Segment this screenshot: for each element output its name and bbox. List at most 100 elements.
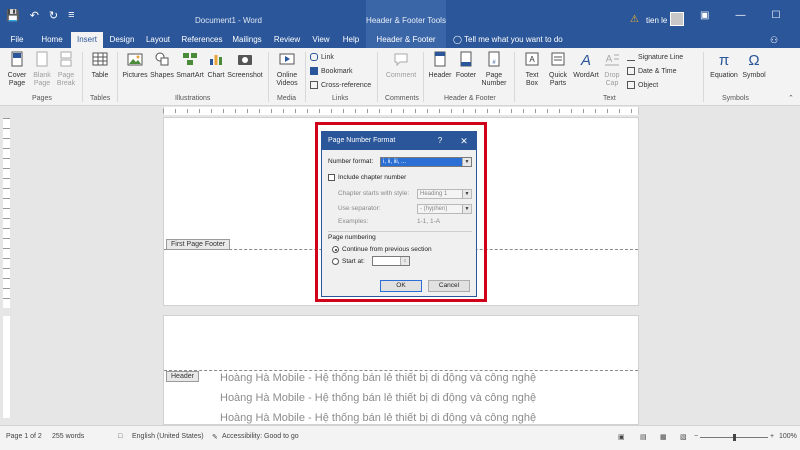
word-count[interactable]: 255 words (52, 433, 84, 440)
chevron-down-icon: ▼ (462, 190, 471, 198)
group-divider (328, 231, 472, 232)
start-at-radio[interactable] (332, 258, 339, 265)
date-time-button[interactable]: Date & Time (627, 67, 677, 75)
blank-page-button[interactable]: Blank Page (30, 51, 54, 88)
tell-me-search[interactable]: ◯ Tell me what you want to do (453, 32, 563, 48)
online-videos-button[interactable]: Online Videos (273, 51, 301, 88)
body-text-line[interactable]: Hoàng Hà Mobile - Hệ thống bán lẻ thiết … (220, 372, 536, 384)
tab-help[interactable]: Help (338, 32, 364, 48)
zoom-slider-thumb[interactable] (733, 434, 736, 441)
proofing-icon[interactable]: □ (118, 433, 122, 440)
video-icon (279, 53, 295, 65)
signature-line-button[interactable]: Signature Line (627, 53, 683, 61)
collapse-ribbon-icon[interactable]: ⌃ (788, 94, 794, 102)
tab-layout[interactable]: Layout (142, 32, 174, 48)
include-chapter-checkbox[interactable] (328, 174, 335, 181)
omega-icon: Ω (748, 52, 759, 69)
footer-button[interactable]: Footer (453, 51, 479, 80)
user-name[interactable]: tien le (646, 16, 667, 25)
tab-view[interactable]: View (308, 32, 334, 48)
tab-insert[interactable]: Insert (71, 32, 103, 48)
customize-qat-icon[interactable]: ≡ (68, 9, 74, 22)
document-page-2[interactable]: Header Hoàng Hà Mobile - Hệ thống bán lẻ… (163, 315, 639, 425)
continue-previous-radio[interactable] (332, 246, 339, 253)
zoom-in-button[interactable]: + (770, 433, 774, 440)
tab-header-footer[interactable]: Header & Footer (366, 32, 446, 48)
pictures-button[interactable]: Pictures (121, 51, 149, 80)
comment-button[interactable]: Comment (382, 51, 420, 80)
include-chapter-label[interactable]: Include chapter number (338, 174, 406, 181)
avatar[interactable] (670, 12, 684, 26)
start-at-input[interactable]: ↕ (372, 256, 410, 266)
chart-button[interactable]: Chart (205, 51, 227, 80)
ok-button[interactable]: OK (380, 280, 422, 292)
bookmark-button[interactable]: Bookmark (310, 67, 353, 75)
header-button[interactable]: Header (427, 51, 453, 80)
svg-text:Ω: Ω (748, 52, 759, 67)
smartart-button[interactable]: SmartArt (175, 51, 205, 80)
drop-cap-button[interactable]: A Drop Cap (601, 51, 623, 88)
continue-previous-label[interactable]: Continue from previous section (342, 246, 432, 253)
table-button[interactable]: Table (88, 51, 112, 80)
svg-text:A: A (580, 52, 591, 67)
web-layout-icon[interactable]: ▧ (680, 433, 687, 441)
tab-review[interactable]: Review (270, 32, 304, 48)
blank-page-icon (36, 51, 48, 67)
horizontal-ruler[interactable] (0, 106, 800, 116)
ribbon-separator (305, 52, 306, 102)
help-icon[interactable]: ? (434, 132, 446, 150)
chevron-down-icon: ▼ (462, 158, 471, 166)
equation-button[interactable]: π Equation (707, 51, 741, 80)
title-bar: 💾 ↶ ↻ ≡ Document1 - Word Header & Footer… (0, 0, 800, 32)
page-break-label: Page Break (56, 72, 76, 87)
language[interactable]: English (United States) (132, 433, 204, 440)
shapes-button[interactable]: Shapes (149, 51, 175, 80)
chapter-style-select[interactable]: Heading 1 ▼ (417, 189, 472, 199)
text-box-label: Text Box (525, 72, 539, 87)
redo-icon[interactable]: ↻ (49, 9, 58, 22)
cross-reference-button[interactable]: Cross-reference (310, 81, 371, 89)
zoom-level[interactable]: 100% (779, 433, 797, 440)
share-icon[interactable]: ⚇ (770, 35, 778, 46)
undo-icon[interactable]: ↶ (30, 9, 39, 22)
page-count[interactable]: Page 1 of 2 (6, 433, 42, 440)
start-at-label[interactable]: Start at: (342, 258, 365, 265)
maximize-icon[interactable]: ☐ (771, 10, 780, 21)
ribbon-separator (268, 52, 269, 102)
wordart-button[interactable]: A WordArt (571, 51, 601, 80)
screenshot-button[interactable]: Screenshot (227, 51, 263, 80)
tab-design[interactable]: Design (106, 32, 138, 48)
tab-references[interactable]: References (180, 32, 224, 48)
focus-icon[interactable]: ▣ (618, 433, 625, 441)
link-button[interactable]: Link (310, 53, 334, 61)
body-text-line[interactable]: Hoàng Hà Mobile - Hệ thống bán lẻ thiết … (220, 392, 536, 404)
number-format-select[interactable]: i, ii, iii, ... ▼ (380, 157, 472, 167)
tab-mailings[interactable]: Mailings (228, 32, 266, 48)
quick-parts-button[interactable]: Quick Parts (545, 51, 571, 88)
tab-home[interactable]: Home (36, 32, 68, 48)
minimize-icon[interactable]: — (735, 10, 745, 21)
save-icon[interactable]: 💾 (6, 9, 20, 22)
text-box-button[interactable]: A Text Box (519, 51, 545, 88)
page-number-button[interactable]: # Page Number (479, 51, 509, 88)
cancel-button[interactable]: Cancel (428, 280, 470, 292)
read-mode-icon[interactable]: ▤ (640, 433, 647, 441)
object-button[interactable]: Object (627, 81, 658, 89)
spinner-icon[interactable]: ↕ (400, 257, 409, 265)
chevron-down-icon: ▼ (462, 205, 471, 213)
accessibility-status[interactable]: Accessibility: Good to go (222, 433, 299, 440)
body-text-line[interactable]: Hoàng Hà Mobile - Hệ thống bán lẻ thiết … (220, 412, 536, 424)
cover-page-button[interactable]: Cover Page (4, 51, 30, 88)
vertical-ruler[interactable] (3, 118, 10, 308)
ribbon-display-icon[interactable]: ▣ (700, 10, 709, 21)
tab-file[interactable]: File (4, 32, 30, 48)
symbol-button[interactable]: Ω Symbol (741, 51, 767, 80)
zoom-out-button[interactable]: − (694, 433, 698, 440)
warning-icon[interactable]: ⚠ (630, 14, 639, 25)
page-break-button[interactable]: Page Break (54, 51, 78, 88)
dialog-title[interactable]: Page Number Format (322, 132, 476, 150)
print-layout-icon[interactable]: ▦ (660, 433, 667, 441)
close-icon[interactable]: ✕ (456, 132, 472, 150)
separator-select[interactable]: - (hyphen) ▼ (417, 204, 472, 214)
vertical-ruler-page-2[interactable] (3, 316, 10, 418)
